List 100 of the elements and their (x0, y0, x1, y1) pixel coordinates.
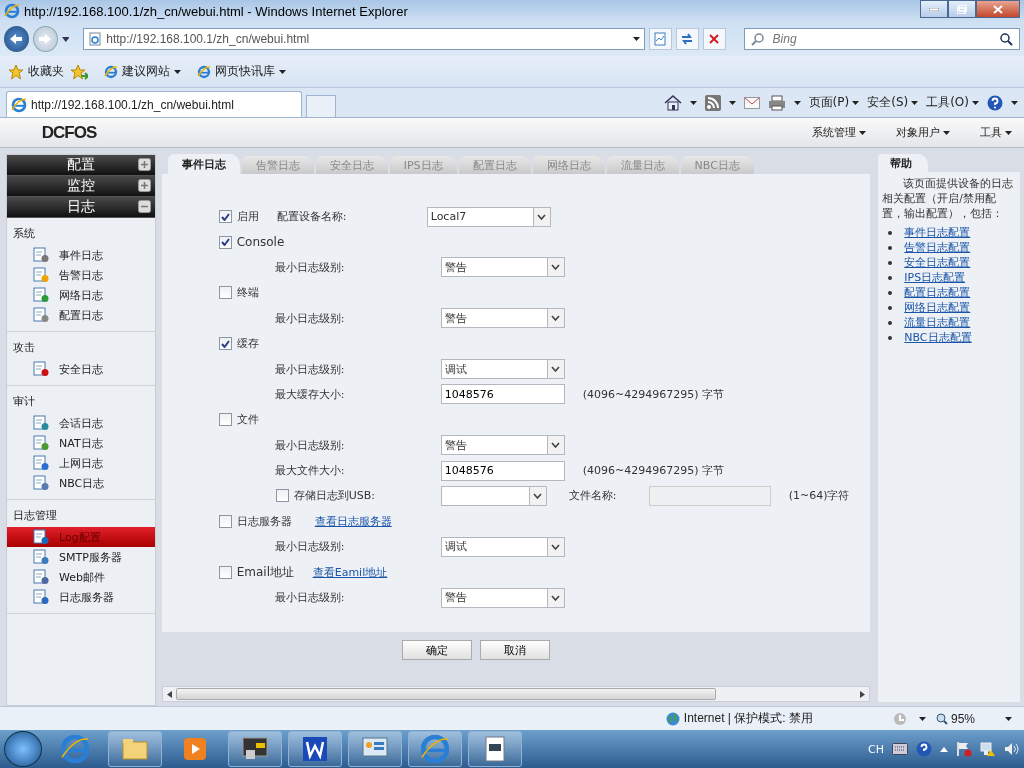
dropdown[interactable]: 警告 (440, 587, 565, 608)
expand-icon[interactable] (137, 179, 151, 192)
add-favorite-icon[interactable] (70, 63, 88, 80)
log-document-icon (33, 549, 49, 565)
flag-icon[interactable] (956, 741, 972, 757)
sidebar-item[interactable]: NBC日志 (7, 473, 155, 493)
broken-page-icon (653, 32, 668, 46)
menu-button[interactable]: 工具(O) (926, 94, 979, 111)
zoom-button[interactable]: 95% (935, 711, 975, 726)
panel-tab[interactable]: 帮助 (878, 154, 929, 172)
menu-button[interactable]: 工具 (980, 125, 1012, 140)
checkbox[interactable] (218, 514, 232, 528)
link[interactable]: 查看日志服务器 (314, 513, 392, 529)
dropdown[interactable]: 警告 (440, 257, 565, 278)
help-link[interactable]: 安全日志配置 (904, 255, 971, 270)
checkbox[interactable] (218, 286, 232, 300)
sidebar-item[interactable]: 日志服务器 (7, 587, 155, 607)
speaker-icon[interactable] (1004, 742, 1020, 756)
menu-button[interactable]: 页面(P) (808, 94, 860, 111)
sidebar-item[interactable]: NAT日志 (7, 433, 155, 453)
taskbar-button[interactable] (288, 731, 342, 767)
tab[interactable]: 事件日志 (167, 154, 240, 174)
start-button[interactable] (4, 731, 42, 767)
dropdown[interactable]: 警告 (440, 435, 565, 456)
compatibility-button[interactable] (648, 28, 672, 50)
sidebar-item[interactable]: 上网日志 (7, 453, 155, 473)
checkbox[interactable] (218, 565, 232, 579)
caret-icon (918, 716, 926, 721)
text-field[interactable]: 1048576 (440, 460, 565, 481)
printer-icon[interactable] (767, 94, 786, 111)
sidebar-item[interactable]: 告警日志 (7, 265, 155, 285)
checkbox[interactable] (275, 489, 289, 503)
link[interactable]: 查看Eamil地址 (312, 564, 388, 580)
field-label: 最小日志级别: (274, 437, 346, 453)
search-field[interactable]: Bing (770, 31, 993, 47)
close-button[interactable] (976, 0, 1020, 18)
mail-icon[interactable] (743, 96, 760, 109)
checkbox[interactable] (218, 337, 232, 351)
favorite-link[interactable]: 网页快讯库 (197, 63, 286, 80)
collapse-icon[interactable] (137, 200, 151, 213)
feed-icon[interactable] (704, 94, 721, 111)
stop-button[interactable] (702, 28, 726, 50)
maximize-button[interactable] (948, 0, 976, 18)
checkbox[interactable] (218, 235, 232, 249)
accordion-header[interactable]: 配置 (7, 155, 155, 176)
address-field[interactable]: http://192.168.100.1/zh_cn/webui.html (83, 28, 645, 50)
help-link[interactable]: 告警日志配置 (904, 240, 971, 255)
checkbox[interactable] (218, 413, 232, 427)
home-icon[interactable] (663, 94, 682, 111)
help-icon[interactable] (916, 741, 932, 757)
help-icon[interactable] (987, 94, 1003, 111)
hint-text: (1~64)字符 (788, 488, 850, 504)
network-icon[interactable] (980, 741, 996, 757)
button[interactable]: 取消 (480, 640, 550, 660)
taskbar-button[interactable] (468, 731, 522, 767)
sidebar-item[interactable]: 事件日志 (7, 245, 155, 265)
help-link[interactable]: 配置日志配置 (904, 285, 971, 300)
checkbox[interactable] (218, 210, 232, 224)
sidebar-item[interactable]: SMTP服务器 (7, 547, 155, 567)
keyboard-icon[interactable] (892, 743, 908, 755)
sidebar-item[interactable]: 安全日志 (7, 359, 155, 379)
minimize-button[interactable] (920, 0, 948, 18)
menu-button[interactable]: 对象用户 (896, 125, 950, 140)
browser-tab[interactable]: http://192.168.100.1/zh_cn/webui.html (6, 91, 302, 117)
sidebar-item[interactable]: 会话日志 (7, 413, 155, 433)
horizontal-scrollbar[interactable] (161, 686, 871, 702)
favorites-button[interactable]: 收藏夹 (8, 63, 64, 80)
search-box[interactable]: Bing (743, 28, 1020, 50)
text-field[interactable]: 1048576 (440, 384, 565, 405)
search-icon[interactable] (999, 32, 1013, 46)
help-link[interactable]: 网络日志配置 (904, 300, 971, 315)
dropdown[interactable]: Local7 (426, 206, 551, 227)
accordion-header[interactable]: 日志 (7, 197, 155, 218)
expand-icon[interactable] (137, 158, 151, 171)
field-label: 最大缓存大小: (274, 386, 346, 402)
dropdown-icon[interactable] (61, 36, 70, 42)
menu-button[interactable]: 安全(S) (867, 94, 919, 111)
logo: DCFOS (40, 122, 98, 143)
taskbar-button[interactable] (228, 731, 282, 767)
arrow-up-icon[interactable] (940, 746, 948, 752)
dropdown[interactable]: 调试 (440, 359, 565, 380)
sidebar-item[interactable]: 配置日志 (7, 305, 155, 325)
log-document-icon (33, 569, 49, 585)
help-link[interactable]: 流量日志配置 (904, 315, 971, 330)
help-link[interactable]: NBC日志配置 (904, 330, 972, 345)
input-language[interactable]: CH (868, 742, 884, 756)
accordion-header[interactable]: 监控 (7, 176, 155, 197)
menu-button[interactable]: 系统管理 (812, 125, 866, 140)
dropdown[interactable]: 调试 (440, 536, 565, 557)
favorite-link[interactable]: 建议网站 (104, 63, 181, 80)
refresh-button[interactable] (675, 28, 699, 50)
dropdown[interactable]: 警告 (440, 308, 565, 329)
restore-icon (957, 4, 967, 14)
back-button[interactable] (4, 26, 29, 52)
sidebar-item[interactable]: Web邮件 (7, 567, 155, 587)
sidebar-item[interactable]: 网络日志 (7, 285, 155, 305)
button[interactable]: 确定 (402, 640, 472, 660)
help-link[interactable]: 事件日志配置 (904, 225, 971, 240)
taskbar-button[interactable] (348, 731, 402, 767)
help-link[interactable]: IPS日志配置 (904, 270, 966, 285)
